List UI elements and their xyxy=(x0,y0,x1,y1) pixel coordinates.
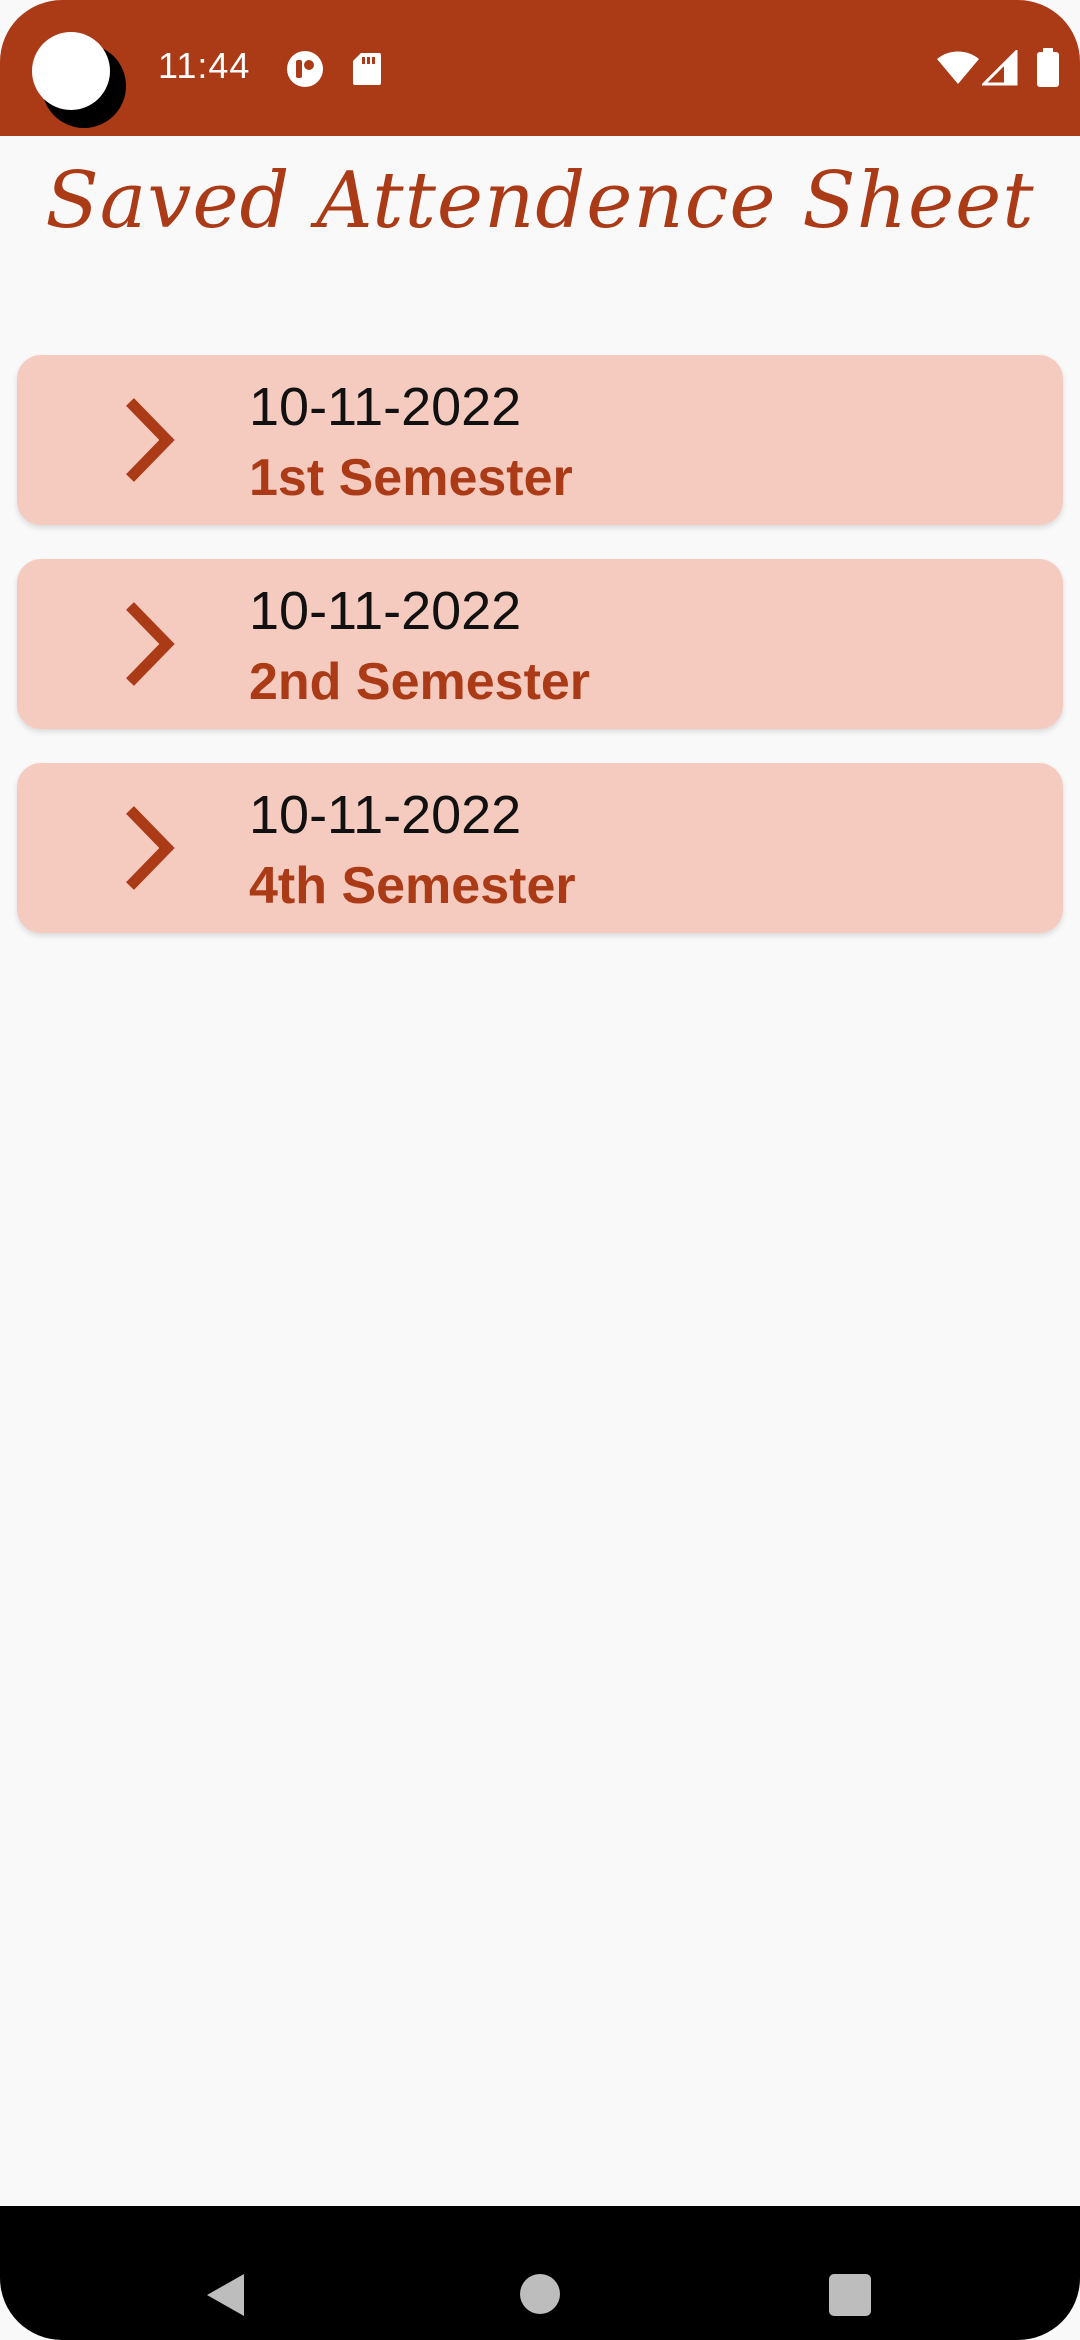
status-time: 11:44 xyxy=(158,45,251,86)
signal-icon xyxy=(982,50,1018,86)
battery-icon xyxy=(1037,48,1059,87)
back-icon[interactable] xyxy=(204,2272,246,2318)
page-title: Saved Attendence Sheet xyxy=(45,156,1035,246)
saved-sheet-card[interactable]: 10-11-2022 1st Semester xyxy=(17,355,1063,525)
navigation-bar xyxy=(0,2206,1080,2340)
sheet-semester: 2nd Semester xyxy=(249,653,591,711)
saved-sheet-card[interactable]: 10-11-2022 2nd Semester xyxy=(17,559,1063,729)
sheet-date: 10-11-2022 xyxy=(249,377,522,437)
home-icon[interactable] xyxy=(520,2274,560,2314)
chevron-right-icon xyxy=(126,806,175,890)
chevron-right-icon xyxy=(126,602,175,686)
wifi-icon xyxy=(937,51,979,84)
sd-card-icon xyxy=(353,53,381,85)
sheet-semester: 1st Semester xyxy=(249,449,573,507)
saved-sheet-card[interactable]: 10-11-2022 4th Semester xyxy=(17,763,1063,933)
app-notification-icon xyxy=(287,51,323,87)
sheet-date: 10-11-2022 xyxy=(249,785,522,845)
chevron-right-icon xyxy=(126,398,175,482)
camera-punch-hole-icon xyxy=(32,32,128,128)
status-bar: 11:44 xyxy=(0,0,1080,136)
sheet-date: 10-11-2022 xyxy=(249,581,522,641)
sheet-semester: 4th Semester xyxy=(249,857,576,915)
recents-icon[interactable] xyxy=(829,2274,871,2316)
